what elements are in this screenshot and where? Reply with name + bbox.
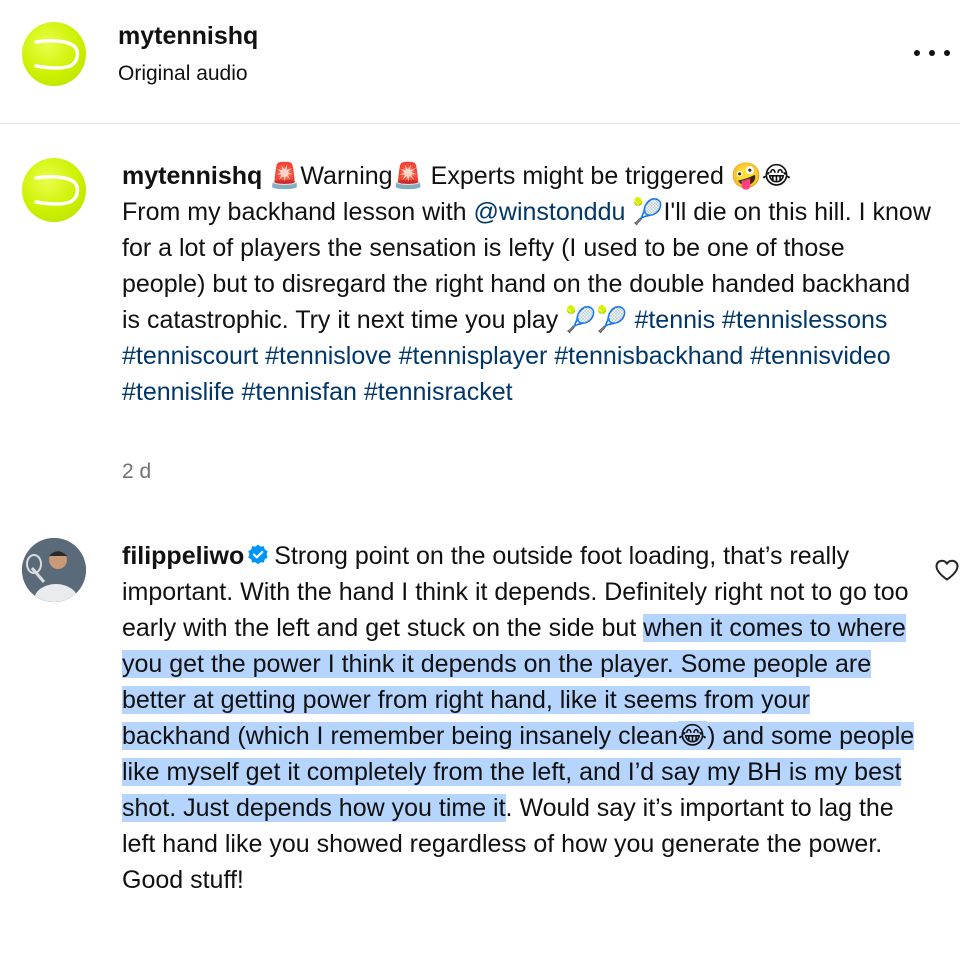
siren-emoji: 🚨: [269, 161, 301, 190]
caption-text: Experts might be triggered: [423, 162, 731, 190]
hashtag-link[interactable]: #tennisbackhand: [554, 342, 743, 370]
hashtag-link[interactable]: #tennisfan: [242, 378, 357, 406]
more-options-icon[interactable]: [910, 34, 954, 70]
comment-text: filippeliwo Strong point on the outside …: [122, 538, 922, 898]
laugh-emoji: 😂: [677, 721, 708, 750]
header-username[interactable]: mytennishq: [118, 22, 258, 51]
hashtag-link[interactable]: #tennislife: [122, 378, 235, 406]
post-header: mytennishq Original audio: [0, 0, 960, 124]
hashtag-link[interactable]: #tennislove: [265, 342, 391, 370]
hashtag-link[interactable]: #tennisracket: [364, 378, 513, 406]
hashtag-link[interactable]: #tennisplayer: [399, 342, 548, 370]
heart-icon[interactable]: [934, 558, 960, 582]
hashtag-link[interactable]: #tennis: [634, 306, 715, 334]
comment-username[interactable]: filippeliwo: [122, 542, 244, 570]
hashtag-link[interactable]: #tenniscourt: [122, 342, 258, 370]
post-timestamp[interactable]: 2 d: [122, 460, 151, 484]
post-detail-panel: mytennishq Original audio mytennishq 🚨Wa…: [0, 0, 960, 976]
tennis-ball-icon[interactable]: [22, 158, 86, 222]
audio-label[interactable]: Original audio: [118, 62, 248, 86]
siren-emoji: 🚨: [392, 161, 424, 190]
caption-text: From my backhand lesson with: [122, 198, 474, 226]
tennis-ball-emoji: 🎾: [632, 197, 664, 226]
verified-badge-icon: [248, 544, 268, 565]
hashtag-link[interactable]: #tennislessons: [722, 306, 887, 334]
caption-text: Warning: [300, 162, 393, 190]
avatar[interactable]: [22, 538, 86, 602]
hashtag-link[interactable]: #tennisvideo: [750, 342, 890, 370]
mention-link[interactable]: @winstonddu: [474, 198, 626, 226]
post-caption: mytennishq 🚨Warning🚨 Experts might be tr…: [122, 158, 932, 410]
tennis-ball-icon[interactable]: [22, 22, 86, 86]
laugh-emoji: 🤪😂: [730, 161, 792, 190]
tennis-ball-emoji: 🎾🎾: [565, 305, 628, 334]
caption-username[interactable]: mytennishq: [122, 162, 262, 190]
